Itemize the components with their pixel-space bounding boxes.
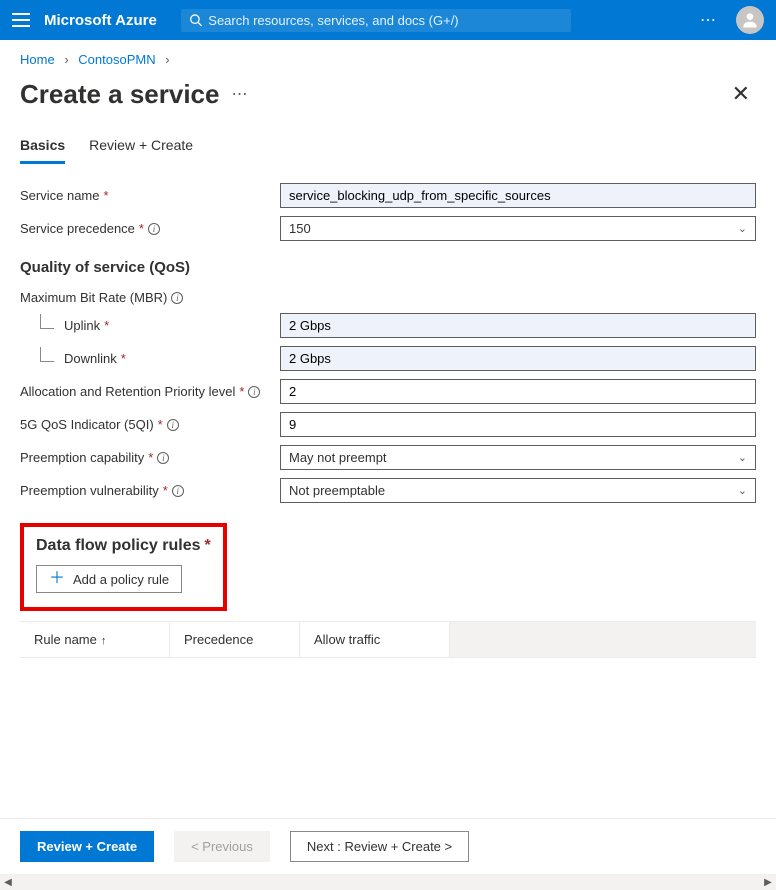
- azure-topbar: Microsoft Azure ⋯: [0, 0, 776, 40]
- required-indicator: *: [121, 351, 126, 366]
- preemption-capability-label: Preemption capability: [20, 450, 144, 465]
- info-icon[interactable]: i: [171, 292, 183, 304]
- service-precedence-select[interactable]: 150⌄: [280, 216, 756, 241]
- required-indicator: *: [148, 450, 153, 465]
- info-icon[interactable]: i: [172, 485, 184, 497]
- required-indicator: *: [103, 188, 108, 203]
- plus-icon: ＋: [49, 571, 65, 587]
- avatar[interactable]: [736, 6, 764, 34]
- page-title: Create a service: [20, 79, 219, 110]
- allocation-priority-label: Allocation and Retention Priority level: [20, 384, 235, 399]
- info-icon[interactable]: i: [157, 452, 169, 464]
- form-tabs: Basics Review + Create: [20, 131, 756, 165]
- add-policy-rule-button[interactable]: ＋ Add a policy rule: [36, 565, 182, 593]
- global-search[interactable]: [181, 9, 571, 32]
- column-allow-traffic[interactable]: Allow traffic: [300, 622, 450, 657]
- search-input[interactable]: [202, 13, 563, 28]
- chevron-right-icon: ›: [159, 52, 175, 67]
- breadcrumb-resource[interactable]: ContosoPMN: [78, 52, 155, 67]
- search-icon: [189, 13, 202, 27]
- close-icon[interactable]: ✕: [726, 77, 756, 111]
- horizontal-scrollbar[interactable]: [0, 874, 776, 890]
- required-indicator: *: [104, 318, 109, 333]
- sort-ascending-icon: ↑: [101, 635, 107, 647]
- service-precedence-label: Service precedence: [20, 221, 135, 236]
- tab-review-create[interactable]: Review + Create: [89, 131, 193, 164]
- qos5g-label: 5G QoS Indicator (5QI): [20, 417, 154, 432]
- chevron-down-icon: ⌄: [738, 484, 747, 497]
- uplink-input[interactable]: [280, 313, 756, 338]
- qos-section-header: Quality of service (QoS): [20, 259, 756, 276]
- preemption-capability-select[interactable]: May not preempt⌄: [280, 445, 756, 470]
- policy-rules-header: Data flow policy rules: [36, 537, 200, 555]
- downlink-label: Downlink: [64, 351, 117, 366]
- chevron-right-icon: ›: [58, 52, 74, 67]
- preemption-vulnerability-label: Preemption vulnerability: [20, 483, 159, 498]
- required-indicator: *: [239, 384, 244, 399]
- allocation-priority-input[interactable]: [280, 379, 756, 404]
- add-policy-rule-label: Add a policy rule: [73, 572, 169, 587]
- policy-rules-highlight: Data flow policy rules* ＋ Add a policy r…: [20, 523, 227, 611]
- hamburger-icon[interactable]: [12, 13, 30, 27]
- qos5g-input[interactable]: [280, 412, 756, 437]
- service-name-input[interactable]: [280, 183, 756, 208]
- service-name-label: Service name: [20, 188, 99, 203]
- required-indicator: *: [204, 537, 210, 555]
- next-button[interactable]: Next : Review + Create >: [290, 831, 469, 862]
- uplink-label: Uplink: [64, 318, 100, 333]
- tab-basics[interactable]: Basics: [20, 131, 65, 164]
- review-create-button[interactable]: Review + Create: [20, 831, 154, 862]
- rules-table-header: Rule name↑ Precedence Allow traffic: [20, 621, 756, 658]
- info-icon[interactable]: i: [148, 223, 160, 235]
- required-indicator: *: [139, 221, 144, 236]
- preemption-vulnerability-select[interactable]: Not preemptable⌄: [280, 478, 756, 503]
- required-indicator: *: [163, 483, 168, 498]
- column-spacer: [450, 622, 756, 657]
- more-actions-icon[interactable]: ⋯: [231, 84, 249, 104]
- column-rule-name[interactable]: Rule name↑: [20, 622, 170, 657]
- downlink-input[interactable]: [280, 346, 756, 371]
- breadcrumb-home[interactable]: Home: [20, 52, 55, 67]
- breadcrumb: Home › ContosoPMN ›: [0, 40, 776, 73]
- chevron-down-icon: ⌄: [738, 451, 747, 464]
- previous-button: < Previous: [174, 831, 270, 862]
- column-precedence[interactable]: Precedence: [170, 622, 300, 657]
- mbr-label: Maximum Bit Rate (MBR): [20, 290, 167, 305]
- info-icon[interactable]: i: [248, 386, 260, 398]
- info-icon[interactable]: i: [167, 419, 179, 431]
- overflow-menu-icon[interactable]: ⋯: [700, 10, 718, 30]
- required-indicator: *: [158, 417, 163, 432]
- footer-actions: Review + Create < Previous Next : Review…: [0, 818, 776, 874]
- chevron-down-icon: ⌄: [738, 222, 747, 235]
- brand-label: Microsoft Azure: [44, 12, 157, 29]
